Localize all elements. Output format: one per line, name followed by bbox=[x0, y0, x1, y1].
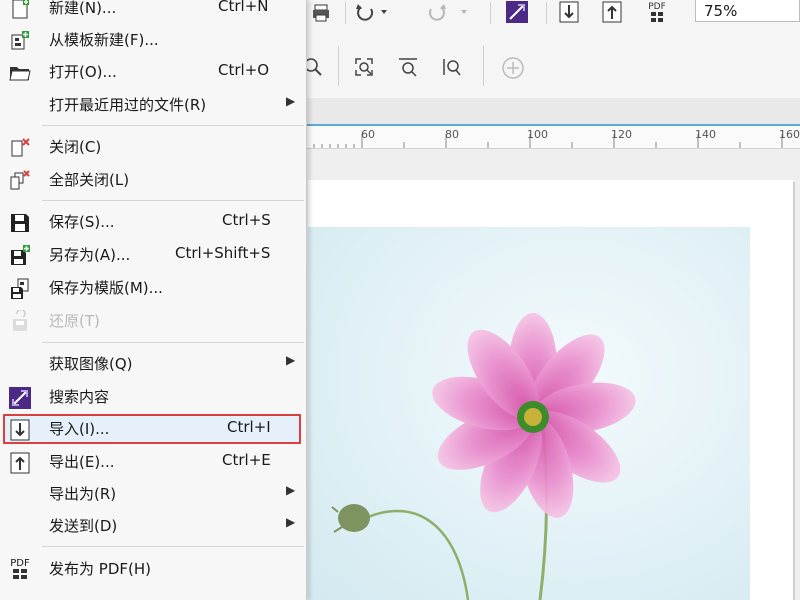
toolbar-divider bbox=[338, 46, 339, 86]
menu-item-label: 打开(O)... bbox=[49, 63, 117, 81]
zoom-to-all-icon[interactable] bbox=[396, 56, 420, 78]
pdf-label: PDF bbox=[648, 2, 666, 12]
redo-button[interactable] bbox=[422, 0, 472, 24]
menu-item-label: 保存为模版(M)... bbox=[49, 279, 163, 297]
menu-item-close-all[interactable]: 全部关闭(L) bbox=[0, 164, 306, 196]
menu-item-shortcut: Ctrl+O bbox=[218, 61, 270, 79]
search-content-toolbar-icon[interactable] bbox=[505, 0, 529, 24]
ruler-ticks bbox=[305, 134, 783, 148]
ruler-label: 140 bbox=[695, 128, 716, 141]
toolbar-divider bbox=[490, 2, 491, 24]
menu-separator bbox=[42, 125, 304, 126]
menu-item-shortcut: Ctrl+E bbox=[222, 451, 271, 469]
menu-item-export-as[interactable]: 导出为(R) ▶ bbox=[0, 478, 306, 510]
publish-pdf-toolbar-icon[interactable]: PDF bbox=[640, 0, 674, 24]
menu-item-label: 另存为(A)... bbox=[49, 246, 131, 264]
menu-item-close[interactable]: 关闭(C) bbox=[0, 131, 306, 163]
menu-item-label: 新建(N)... bbox=[49, 0, 117, 17]
submenu-arrow-icon: ▶ bbox=[286, 353, 296, 367]
submenu-arrow-icon: ▶ bbox=[286, 94, 296, 108]
menu-item-save-as[interactable]: 另存为(A)... Ctrl+Shift+S bbox=[0, 239, 306, 271]
menu-item-label: 还原(T) bbox=[49, 312, 100, 330]
add-icon[interactable] bbox=[500, 55, 526, 81]
export-toolbar-icon[interactable] bbox=[600, 0, 624, 24]
menu-separator bbox=[42, 546, 304, 547]
horizontal-ruler: 60 80 100 120 140 160 bbox=[300, 126, 800, 149]
menu-item-label: 导入(I)... bbox=[49, 420, 110, 438]
toolbar-divider bbox=[483, 46, 484, 86]
imported-flower-photo[interactable] bbox=[308, 227, 750, 600]
close-doc-icon bbox=[8, 136, 32, 160]
menu-item-label: 全部关闭(L) bbox=[49, 171, 130, 189]
menu-item-save[interactable]: 保存(S)... Ctrl+S bbox=[0, 206, 306, 238]
menu-item-save-as-template[interactable]: 保存为模版(M)... bbox=[0, 272, 306, 304]
menu-item-revert[interactable]: 还原(T) bbox=[0, 305, 306, 337]
save-as-icon bbox=[8, 244, 32, 268]
menu-item-import[interactable]: 导入(I)... Ctrl+I bbox=[0, 413, 306, 445]
menu-item-open-recent[interactable]: 打开最近用过的文件(R) ▶ bbox=[0, 89, 306, 121]
toolbar-divider bbox=[345, 2, 346, 24]
ruler-label: 60 bbox=[361, 128, 375, 141]
menu-item-label: 保存(S)... bbox=[49, 213, 115, 231]
folder-open-icon bbox=[8, 61, 32, 85]
toolbar-divider bbox=[546, 2, 547, 24]
menu-item-label: 关闭(C) bbox=[49, 138, 102, 156]
menu-item-publish-pdf[interactable]: PDF 发布为 PDF(H) bbox=[0, 553, 306, 585]
menu-item-shortcut: Ctrl+Shift+S bbox=[175, 244, 271, 262]
zoom-level-value: 75% bbox=[704, 2, 738, 20]
menu-separator bbox=[42, 342, 304, 343]
submenu-arrow-icon: ▶ bbox=[286, 483, 296, 497]
import-icon bbox=[8, 418, 32, 442]
menu-item-export[interactable]: 导出(E)... Ctrl+E bbox=[0, 446, 306, 478]
close-all-icon bbox=[8, 169, 32, 193]
menu-item-label: 搜索内容 bbox=[49, 388, 110, 406]
menu-item-search-content[interactable]: 搜索内容 bbox=[0, 381, 306, 413]
import-toolbar-icon[interactable] bbox=[557, 0, 581, 24]
menu-item-label: 发送到(D) bbox=[49, 517, 118, 535]
menu-item-acquire-image[interactable]: 获取图像(Q) ▶ bbox=[0, 348, 306, 380]
menu-item-shortcut: Ctrl+N bbox=[218, 0, 269, 15]
pdf-icon: PDF bbox=[8, 558, 32, 582]
save-icon bbox=[8, 211, 32, 235]
menu-item-label: 从模板新建(F)... bbox=[49, 31, 159, 49]
zoom-to-selected-icon[interactable] bbox=[352, 56, 376, 78]
menu-item-shortcut: Ctrl+S bbox=[222, 211, 271, 229]
menu-item-label: 获取图像(Q) bbox=[49, 355, 133, 373]
menu-item-new[interactable]: 新建(N)... Ctrl+N bbox=[0, 0, 306, 24]
menu-item-open[interactable]: 打开(O)... Ctrl+O bbox=[0, 56, 306, 88]
save-as-template-icon bbox=[8, 277, 32, 301]
new-file-icon bbox=[8, 0, 32, 21]
menu-item-new-from-template[interactable]: 从模板新建(F)... bbox=[0, 24, 306, 56]
ruler-label: 80 bbox=[445, 128, 459, 141]
menu-item-label: 导出为(R) bbox=[49, 485, 117, 503]
ruler-label: 120 bbox=[611, 128, 632, 141]
ruler-label: 160 bbox=[779, 128, 800, 141]
submenu-arrow-icon: ▶ bbox=[286, 515, 296, 529]
menu-item-label: 导出(E)... bbox=[49, 453, 115, 471]
ruler-label: 100 bbox=[527, 128, 548, 141]
revert-icon bbox=[8, 308, 32, 334]
cosmos-flower-image bbox=[331, 313, 636, 600]
print-icon[interactable] bbox=[310, 2, 332, 24]
file-menu: 新建(N)... Ctrl+N 从模板新建(F)... 打开(O)... Ctr… bbox=[0, 0, 307, 600]
zoom-to-page-icon[interactable] bbox=[440, 56, 464, 78]
pdf-icon-text: PDF bbox=[10, 558, 30, 569]
search-content-icon bbox=[8, 386, 32, 410]
document-tab-bar bbox=[300, 98, 800, 126]
undo-button[interactable] bbox=[352, 0, 392, 24]
export-icon bbox=[8, 451, 32, 475]
menu-item-label: 打开最近用过的文件(R) bbox=[49, 96, 207, 114]
menu-item-label: 发布为 PDF(H) bbox=[49, 560, 151, 578]
menu-separator bbox=[42, 200, 304, 201]
new-from-template-icon bbox=[8, 29, 32, 53]
zoom-level-field[interactable]: 75% bbox=[695, 0, 800, 22]
menu-item-shortcut: Ctrl+I bbox=[227, 418, 271, 436]
menu-item-send-to[interactable]: 发送到(D) ▶ bbox=[0, 510, 306, 542]
